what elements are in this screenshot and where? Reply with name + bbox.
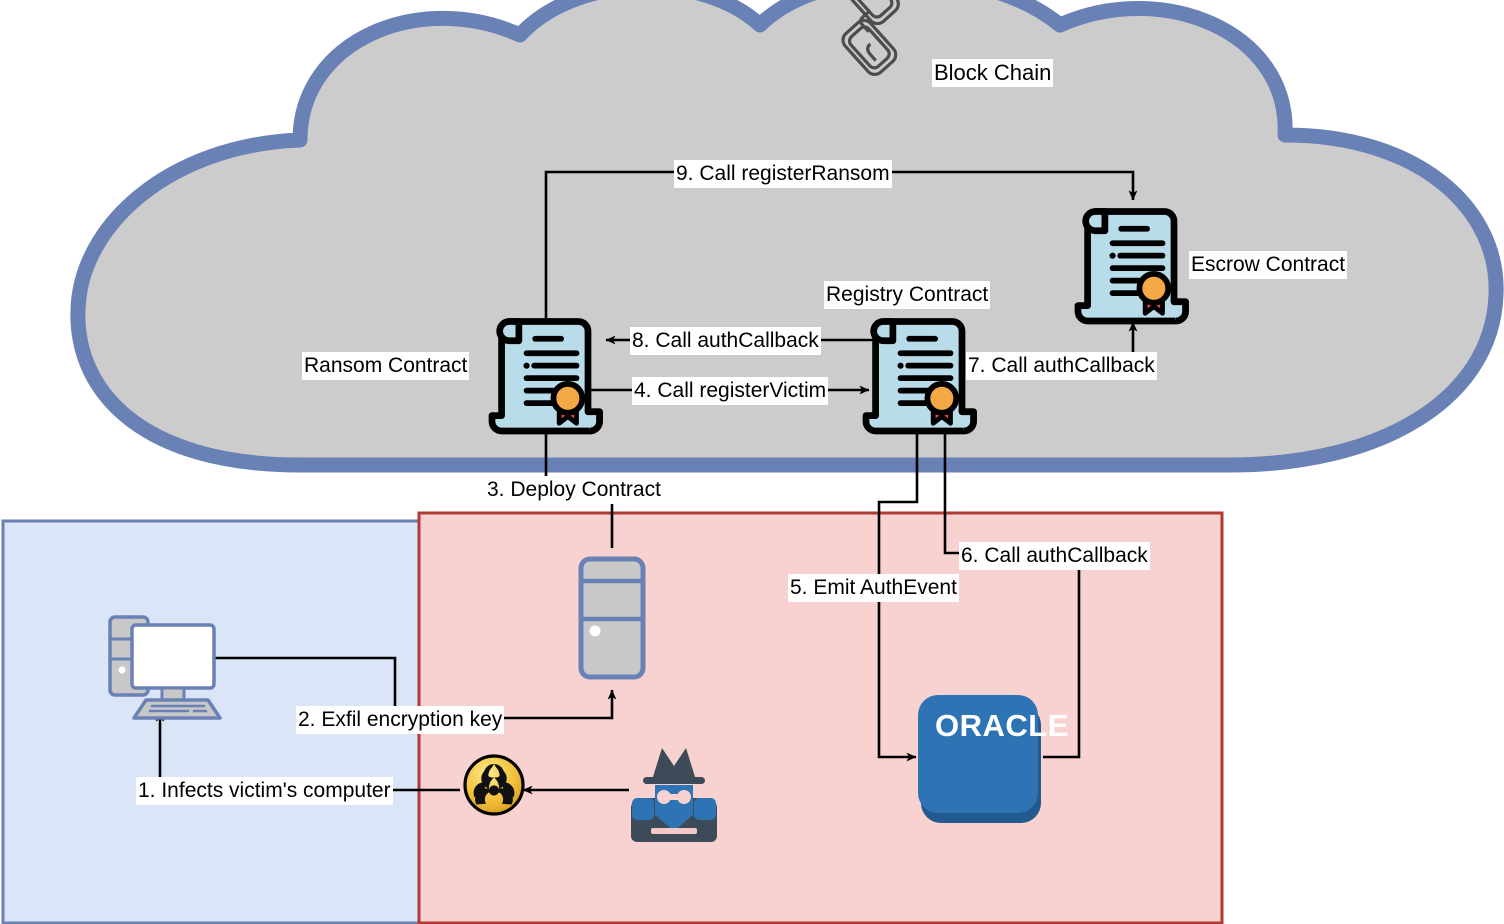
hacker-icon bbox=[631, 748, 717, 842]
escrow-contract-label: Escrow Contract bbox=[1189, 251, 1348, 279]
blockchain-link-icon bbox=[841, 0, 900, 77]
biohazard-icon bbox=[463, 754, 525, 816]
step-6-label: 6. Call authCallback bbox=[959, 542, 1150, 570]
step-1-label: 1. Infects victim's computer bbox=[136, 777, 393, 805]
step-8-label: 8. Call authCallback bbox=[630, 327, 821, 355]
step-7-label: 7. Call authCallback bbox=[966, 352, 1157, 380]
server-tower-icon bbox=[578, 556, 646, 680]
contract-scroll-icon-ransom bbox=[488, 318, 603, 435]
step-5-label: 5. Emit AuthEvent bbox=[788, 574, 959, 602]
oracle-label: ORACLE bbox=[935, 708, 1069, 743]
desktop-computer-icon bbox=[108, 615, 222, 720]
contract-scroll-icon-registry bbox=[862, 318, 977, 435]
diagram-canvas: Block Chain 9. Call registerRansom Regis… bbox=[0, 0, 1504, 924]
contract-scroll-icon-escrow bbox=[1074, 208, 1189, 325]
registry-contract-label: Registry Contract bbox=[824, 281, 991, 309]
step-3-label: 3. Deploy Contract bbox=[485, 476, 663, 504]
step-9-label: 9. Call registerRansom bbox=[674, 160, 892, 188]
step-2-label: 2. Exfil encryption key bbox=[296, 706, 505, 734]
blockchain-title-label: Block Chain bbox=[932, 59, 1054, 87]
step-4-label: 4. Call registerVictim bbox=[632, 377, 829, 405]
ransom-contract-label: Ransom Contract bbox=[302, 352, 470, 380]
